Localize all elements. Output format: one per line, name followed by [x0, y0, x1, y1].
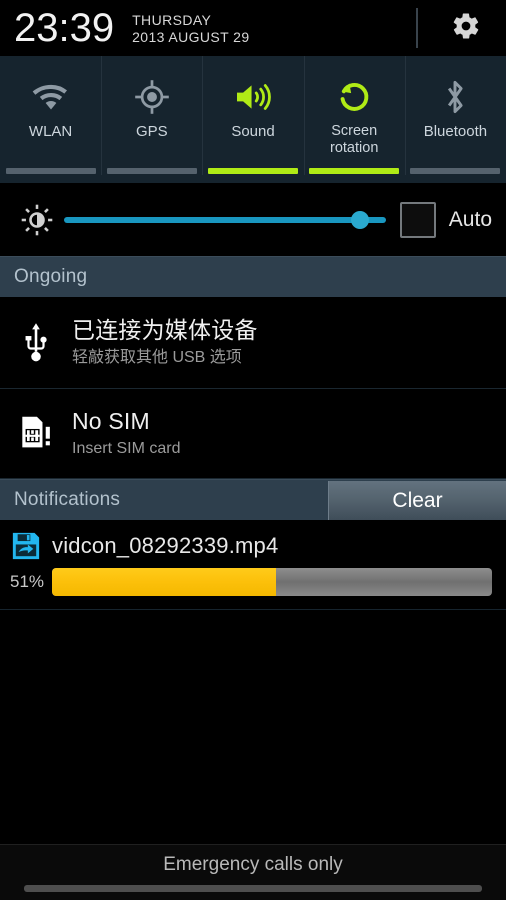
notification-no-sim[interactable]: No SIM Insert SIM card	[0, 389, 506, 479]
toggle-label: WLAN	[28, 123, 73, 140]
header-divider	[416, 8, 418, 48]
shade-drag-handle[interactable]	[24, 884, 482, 892]
toggle-state-bar	[5, 168, 96, 174]
clock: 23:39	[14, 6, 115, 50]
toggle-wlan[interactable]: WLAN	[0, 56, 101, 183]
toggle-gps[interactable]: GPS	[101, 56, 202, 183]
download-header: vidcon_08292339.mp4	[0, 520, 506, 566]
download-save-icon	[0, 529, 52, 563]
day-of-week: THURSDAY	[132, 12, 212, 28]
slider-thumb[interactable]	[351, 210, 370, 229]
toggle-label-line2: rotation	[330, 140, 379, 156]
screen-rotation-icon	[336, 74, 372, 120]
toggle-bluetooth[interactable]: Bluetooth	[404, 56, 506, 183]
notification-shade: 23:39 THURSDAY 2013 AUGUST 29 WLAN GPS S…	[0, 0, 506, 900]
date-text: 2013 AUGUST 29	[132, 29, 250, 45]
toggle-label: Sound	[231, 123, 275, 140]
usb-icon	[0, 321, 72, 365]
toggle-label: Screen rotation	[304, 123, 405, 157]
download-filename: vidcon_08292339.mp4	[52, 533, 279, 558]
notification-subtitle: 轻敲获取其他 USB 选项	[72, 349, 242, 366]
gear-icon	[451, 11, 481, 46]
clear-button-label: Clear	[392, 488, 443, 512]
auto-brightness-checkbox[interactable]	[399, 201, 436, 238]
notification-usb[interactable]: 已连接为媒体设备 轻敲获取其他 USB 选项	[0, 297, 506, 389]
settings-button[interactable]	[444, 10, 488, 46]
bluetooth-icon	[439, 74, 471, 120]
slider-track	[64, 216, 386, 223]
toggle-state-bar	[106, 168, 197, 174]
notifications-section-header: Notifications Clear	[0, 479, 506, 520]
toggle-sound[interactable]: Sound	[202, 56, 303, 183]
notification-title: No SIM	[72, 408, 150, 434]
toggle-label-line1: Screen	[331, 123, 378, 139]
gps-icon	[134, 74, 170, 120]
section-title: Notifications	[14, 489, 121, 510]
wifi-icon	[31, 74, 71, 120]
ongoing-section-header: Ongoing	[0, 256, 506, 297]
toggle-screen-rotation[interactable]: Screen rotation	[303, 56, 405, 183]
auto-brightness-label: Auto	[448, 207, 492, 231]
clear-button[interactable]: Clear	[328, 481, 506, 520]
toggle-state-bar	[410, 168, 501, 174]
download-progress-bar	[52, 568, 492, 596]
toggle-state-bar	[208, 168, 298, 174]
quick-toggle-row: WLAN GPS Sound Screen rotation Bluetooth	[0, 56, 506, 183]
toggle-label: GPS	[135, 123, 168, 140]
sound-icon	[233, 74, 273, 120]
notification-text: No SIM Insert SIM card	[72, 406, 180, 461]
shade-header: 23:39 THURSDAY 2013 AUGUST 29	[0, 0, 506, 56]
download-progress-fill	[52, 568, 277, 596]
brightness-slider[interactable]	[64, 208, 386, 232]
download-progress-row: 51%	[0, 566, 506, 598]
section-title: Ongoing	[14, 266, 88, 287]
brightness-row: Auto	[0, 183, 506, 256]
download-percent-label: 51%	[10, 572, 45, 591]
notification-subtitle: Insert SIM card	[72, 440, 181, 457]
brightness-icon	[18, 203, 56, 237]
carrier-status-text: Emergency calls only	[163, 853, 343, 875]
shade-footer[interactable]: Emergency calls only	[0, 844, 506, 900]
sim-card-icon	[0, 414, 72, 454]
notification-title: 已连接为媒体设备	[72, 317, 258, 343]
notification-download[interactable]: vidcon_08292339.mp4 51%	[0, 520, 506, 610]
toggle-label: Bluetooth	[423, 123, 488, 140]
toggle-state-bar	[309, 168, 400, 174]
empty-shade-area	[0, 610, 506, 844]
date-block: THURSDAY 2013 AUGUST 29	[132, 10, 249, 46]
notification-text: 已连接为媒体设备 轻敲获取其他 USB 选项	[72, 315, 258, 370]
